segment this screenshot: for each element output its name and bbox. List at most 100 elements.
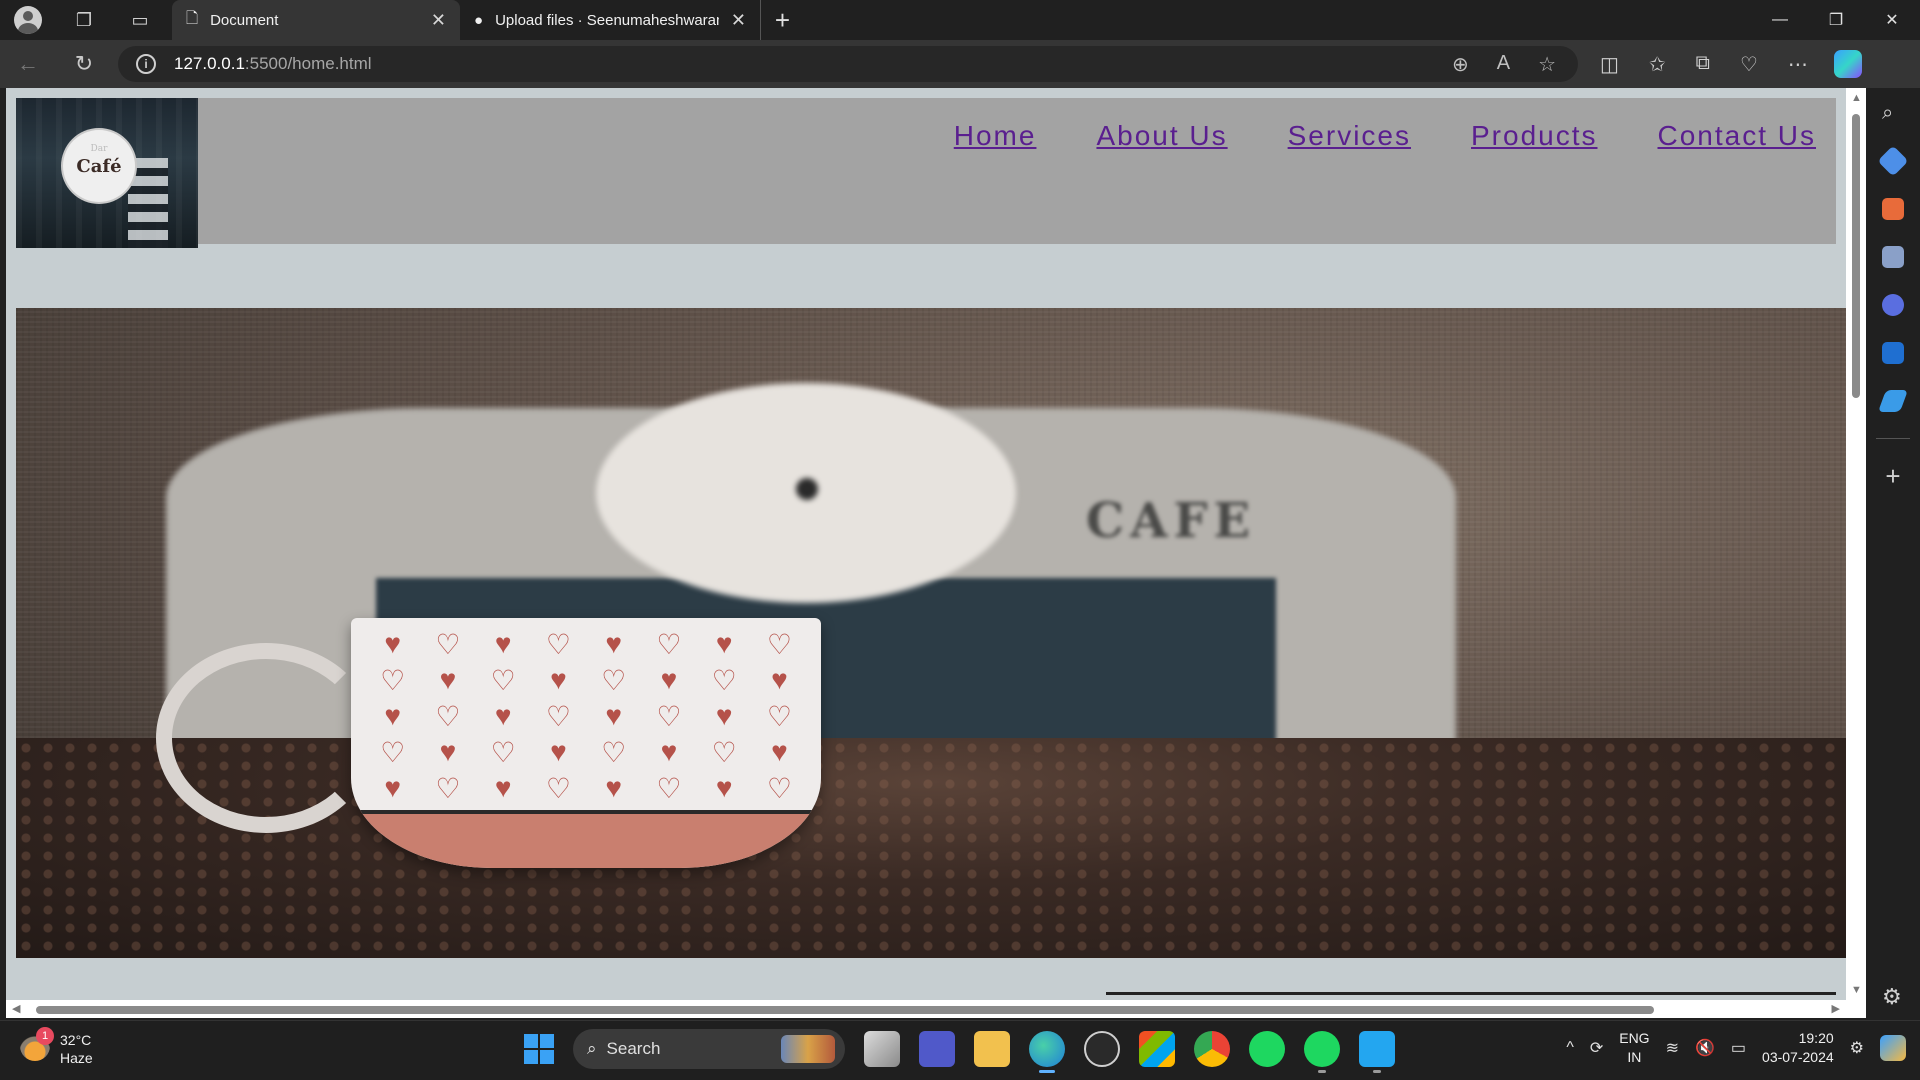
speaker-muted-icon[interactable]: 🔇 [1695,1038,1715,1058]
url-path: :5500/home.html [244,54,372,73]
sidebar-search-icon[interactable]: ⌕ [1882,102,1904,124]
lang-code: ENG [1619,1030,1650,1046]
teams-icon[interactable] [919,1031,955,1067]
microsoft-365-icon[interactable] [1882,294,1904,316]
logo-text: Café [76,155,122,177]
outlook-icon[interactable] [1882,342,1904,364]
restore-icon[interactable]: ❐ [1808,0,1864,40]
nav-services-link[interactable]: Services [1288,120,1411,152]
close-tab-icon[interactable]: ✕ [731,10,746,31]
hero-image: CAFE ♥ ♡ ♥ ♡ ♥ ♡ ♥ ♡ ♡ ♥ ♡ ♥ ♡ ♥ ♡ ♥ ♥ ♡ ♥ ♡ ♥ ♡ ♥ ♡ ♡ ♥ ♡ ♥ ♡ ♥ ♡ ♥… [16,308,1846,958]
horizontal-scroll-thumb[interactable] [36,1006,1654,1014]
main-nav: Home About Us Services Products Contact … [954,120,1816,152]
region-code: IN [1627,1049,1642,1065]
dell-icon[interactable] [1084,1031,1120,1067]
wall-clock [596,383,1016,603]
notifications-icon[interactable]: ⚙ [1850,1038,1864,1058]
windows-taskbar: 1 32°C Haze ⌕ Search ^ ⟳ ENG IN ≋ 🔇 ▭ 19… [0,1020,1920,1080]
vscode-icon[interactable] [1359,1031,1395,1073]
cafe-sign-text: CAFE [1086,493,1257,549]
back-icon[interactable]: ← [0,40,56,88]
notification-badge: 1 [36,1027,54,1045]
show-hidden-icons-chevron-icon[interactable]: ^ [1566,1039,1574,1057]
read-aloud-icon[interactable]: A [1497,52,1510,77]
horizontal-scrollbar[interactable]: ◀ ▶ [6,1000,1866,1018]
address-bar[interactable]: i 127.0.0.1:5500/home.html ⊕ A ☆ [118,46,1578,82]
refresh-icon[interactable]: ↻ [56,40,112,88]
task-view-icon[interactable] [864,1031,900,1067]
weather-widget[interactable]: 1 32°C Haze [20,1027,93,1067]
tab-document[interactable]: 🗋 Document ✕ [172,0,460,40]
site-info-icon[interactable]: i [136,54,156,74]
new-tab-button[interactable]: + [760,0,804,40]
minimize-icon[interactable]: — [1752,0,1808,40]
nav-contact-link[interactable]: Contact Us [1658,120,1817,152]
workspaces-icon[interactable]: ❐ [56,0,112,40]
taskbar-search[interactable]: ⌕ Search [573,1029,845,1069]
split-screen-icon[interactable]: ◫ [1600,52,1619,77]
scroll-left-icon[interactable]: ◀ [12,1002,20,1015]
sidebar-settings-icon[interactable]: ⚙ [1882,984,1904,1009]
close-tab-icon[interactable]: ✕ [431,10,446,31]
copilot-taskbar-icon[interactable] [1880,1035,1906,1061]
site-header: Dar Café Home About Us Services Products… [16,98,1836,248]
url-host: 127.0.0.1 [174,54,245,73]
tab-upload-files[interactable]: ● Upload files · Seenumaheshwaran ✕ [460,0,760,40]
window-controls: — ❐ ✕ [1752,0,1920,40]
system-tray: ^ ⟳ ENG IN ≋ 🔇 ▭ 19:20 03-07-2024 ⚙ [1566,1029,1906,1067]
tab-title: Document [210,11,279,29]
copilot-icon[interactable] [1833,50,1862,78]
logo-sign: Dar Café [63,130,135,202]
microsoft-store-icon[interactable] [1139,1031,1175,1067]
more-menu-icon[interactable]: ⋯ [1788,52,1808,77]
close-window-icon[interactable]: ✕ [1864,0,1920,40]
battery-icon[interactable]: ▭ [1731,1038,1746,1058]
coffee-cup: ♥ ♡ ♥ ♡ ♥ ♡ ♥ ♡ ♡ ♥ ♡ ♥ ♡ ♥ ♡ ♥ ♥ ♡ ♥ ♡ ♥ ♡ ♥ ♡ ♡ ♥ ♡ ♥ ♡ ♥ ♡ ♥ ♥ ♡ ♥ ♡… [351,618,821,868]
favorite-star-icon[interactable]: ☆ [1538,52,1556,77]
nav-home-link[interactable]: Home [954,120,1037,152]
document-page-icon: 🗋 [186,9,199,27]
scroll-right-icon[interactable]: ▶ [1832,1002,1840,1015]
edge-browser-icon[interactable] [1029,1031,1065,1073]
weather-desc: Haze [60,1050,93,1066]
page-divider [1106,992,1836,995]
github-icon: ● [474,11,484,29]
shopping-tag-icon[interactable] [1877,145,1909,177]
spotify-running-icon[interactable] [1304,1031,1340,1073]
taskbar-apps: ⌕ Search [524,1029,1395,1073]
spotify-icon[interactable] [1249,1031,1285,1067]
tab-actions-icon[interactable]: ▭ [112,0,168,40]
weather-haze-icon: 1 [20,1027,54,1061]
search-highlight-image [781,1035,835,1063]
favorites-icon[interactable]: ✩ [1649,52,1666,77]
nav-products-link[interactable]: Products [1471,120,1598,152]
drop-icon[interactable] [1877,390,1909,412]
nav-about-link[interactable]: About Us [1096,120,1227,152]
games-icon[interactable] [1882,246,1904,268]
cup-handle [156,643,376,833]
weather-temp: 32°C [60,1032,92,1048]
clock-date: 03-07-2024 [1762,1049,1834,1065]
address-toolbar: ← ↻ i 127.0.0.1:5500/home.html ⊕ A ☆ ◫ ✩… [0,40,1920,88]
scroll-down-icon[interactable]: ▼ [1851,984,1862,996]
vertical-scroll-thumb[interactable] [1852,114,1860,398]
edge-sidebar: ⌕ + ⚙ [1866,88,1920,1018]
taskbar-clock[interactable]: 19:20 03-07-2024 [1762,1029,1834,1067]
file-explorer-icon[interactable] [974,1031,1010,1067]
language-indicator[interactable]: ENG IN [1619,1029,1649,1067]
wifi-icon[interactable]: ≋ [1666,1038,1679,1058]
collections-icon[interactable]: ⧉ [1696,52,1710,77]
zoom-icon[interactable]: ⊕ [1452,52,1469,77]
sync-icon[interactable]: ⟳ [1590,1038,1603,1058]
vertical-scrollbar[interactable]: ▲ ▼ [1846,88,1866,1000]
tools-briefcase-icon[interactable] [1882,198,1904,220]
add-sidebar-app-icon[interactable]: + [1882,463,1904,489]
scroll-up-icon[interactable]: ▲ [1851,92,1862,104]
profile-button[interactable] [0,0,56,40]
cafe-logo[interactable]: Dar Café [16,98,198,248]
browser-essentials-icon[interactable]: ♡ [1740,52,1758,77]
start-windows-icon[interactable] [524,1034,554,1064]
chrome-icon[interactable] [1194,1031,1230,1067]
search-label: Search [606,1039,661,1058]
search-icon: ⌕ [587,1039,597,1058]
